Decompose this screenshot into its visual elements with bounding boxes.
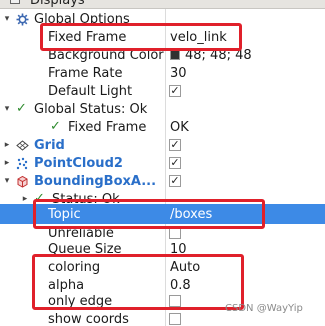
tree-item-grid[interactable]: ▸ Grid ✓	[0, 136, 325, 154]
grid-label: Grid	[34, 138, 65, 153]
displays-panel: Displays ▾ Global Options Fixed Frame ve…	[0, 0, 325, 326]
highlight-box-render-options	[32, 254, 244, 310]
boundingboxarray-label: BoundingBoxA...	[34, 174, 157, 189]
pointcloud2-label: PointCloud2	[34, 156, 123, 171]
ok-check-icon: ✓	[16, 101, 27, 116]
status-fixed-frame-value: OK	[170, 120, 189, 135]
pointcloud2-enabled-checkbox[interactable]: ✓	[169, 157, 181, 169]
default-light-label: Default Light	[48, 84, 133, 99]
prop-default-light[interactable]: Default Light ✓	[0, 82, 325, 100]
frame-rate-label: Frame Rate	[48, 66, 123, 81]
collapse-arrow-icon[interactable]: ▾	[2, 176, 12, 186]
tree-item-pointcloud2[interactable]: ▸ PointCloud2 ✓	[0, 154, 325, 172]
collapse-arrow-icon[interactable]: ▾	[2, 104, 12, 114]
collapse-arrow-icon[interactable]: ▾	[2, 14, 12, 24]
panel-title-bar: Displays	[0, 0, 325, 9]
prop-frame-rate[interactable]: Frame Rate 30	[0, 64, 325, 82]
gear-icon	[16, 13, 29, 26]
ok-check-icon: ✓	[50, 119, 61, 134]
grid-icon	[16, 140, 29, 151]
global-status-label: Global Status: Ok	[34, 102, 148, 117]
watermark: CSDN @WayYip	[225, 303, 303, 314]
expand-arrow-icon[interactable]: ▸	[2, 158, 12, 168]
color-swatch	[170, 50, 180, 60]
grid-enabled-checkbox[interactable]: ✓	[169, 139, 181, 151]
default-light-checkbox[interactable]: ✓	[169, 85, 181, 97]
highlight-box-fixed-frame	[40, 23, 242, 51]
expand-arrow-icon[interactable]: ▸	[20, 194, 30, 204]
boundingboxarray-enabled-checkbox[interactable]: ✓	[169, 175, 181, 187]
panel-title: Displays	[30, 0, 85, 8]
tree-item-boundingboxarray[interactable]: ▾ BoundingBoxA... ✓	[0, 172, 325, 190]
tree-item-global-status[interactable]: ▾ ✓ Global Status: Ok	[0, 100, 325, 118]
displays-icon	[10, 0, 20, 4]
expand-arrow-icon[interactable]: ▸	[2, 140, 12, 150]
frame-rate-value[interactable]: 30	[170, 66, 187, 81]
bounding-box-icon	[17, 175, 28, 188]
pointcloud-icon	[16, 157, 28, 170]
show-coords-checkbox[interactable]	[169, 313, 181, 325]
prop-status-fixed-frame[interactable]: ✓ Fixed Frame OK	[0, 118, 325, 136]
status-fixed-frame-label: Fixed Frame	[68, 120, 147, 135]
highlight-box-topic	[33, 199, 265, 229]
show-coords-label: show coords	[48, 312, 129, 326]
